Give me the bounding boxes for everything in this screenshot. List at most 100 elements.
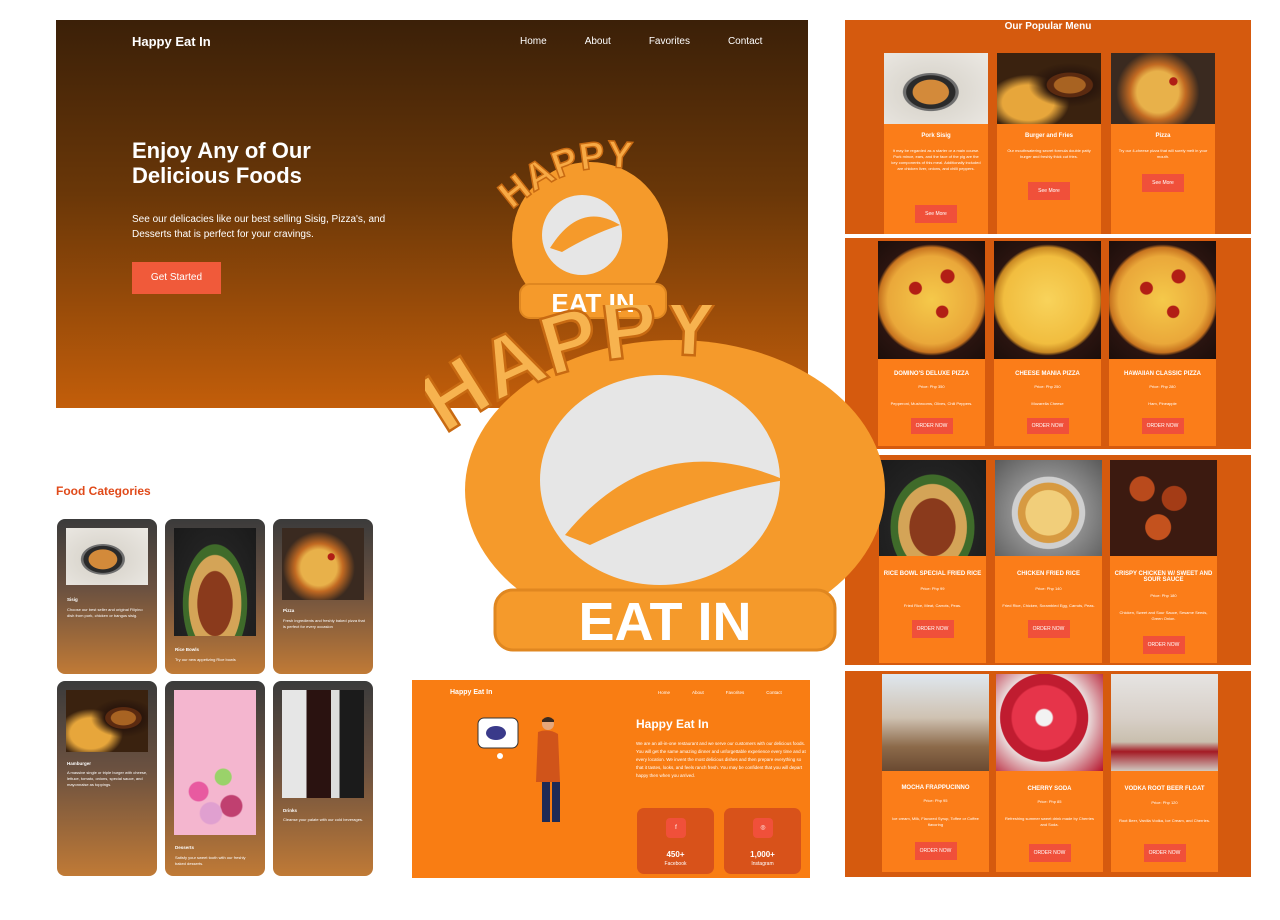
cherry-soda-photo: [996, 674, 1103, 771]
sisig-photo: [884, 53, 988, 124]
menu-card-pizza: Pizza Try our 4-cheese pizza that will s…: [1111, 53, 1215, 234]
menu-item-desc: Try our 4-cheese pizza that will surely …: [1118, 148, 1208, 159]
order-now-button[interactable]: ORDER NOW: [1143, 844, 1186, 862]
nav-contact[interactable]: Contact: [766, 690, 782, 695]
desserts-category-photo: [174, 690, 256, 835]
category-desc: A massive single or triple burger with c…: [67, 770, 148, 787]
menu-card-cherry-soda: CHERRY SODA Price: Php 85 Refreshing sum…: [996, 674, 1103, 872]
menu-item-desc: Ice cream, Milk, Flavored Syrup, Toffee …: [892, 816, 979, 827]
sisig-category-photo: [66, 528, 148, 585]
rice-bowls-category-photo: [174, 528, 256, 636]
category-name: Sisig: [67, 597, 78, 602]
category-card-pizza[interactable]: Pizza Fresh ingredients and freshly bake…: [273, 519, 373, 674]
category-card-sisig[interactable]: Sisig Choose our best seller and origina…: [57, 519, 157, 674]
order-now-button[interactable]: ORDER NOW: [1028, 844, 1071, 862]
order-now-button[interactable]: ORDER NOW: [1142, 636, 1185, 654]
menu-item-price: Price: Php 140: [1035, 586, 1062, 591]
menu-item-name: MOCHA FRAPPUCINNO: [901, 785, 970, 791]
hawaiian-pizza-photo: [1109, 241, 1216, 359]
hero-subtext: See our delicacies like our best selling…: [132, 214, 386, 240]
menu-item-desc: Ham, Pineapple: [1148, 401, 1177, 406]
pizza-photo: [1111, 53, 1215, 124]
menu-item-price: Price: Php 250: [1034, 384, 1061, 389]
nav-about[interactable]: About: [692, 690, 704, 695]
order-now-button[interactable]: ORDER NOW: [1026, 418, 1069, 434]
nav-home[interactable]: Home: [520, 36, 547, 47]
main-nav: Home About Favorites Contact: [520, 36, 762, 47]
menu-card-cheese-pizza: CHEESE MANIA PIZZA Price: Php 250 Mozare…: [994, 241, 1101, 446]
menu-card-chicken-fried-rice: CHICKEN FRIED RICE Price: Php 140 Fried …: [995, 460, 1102, 663]
happy-eat-in-logo-large: HAPPY EAT IN: [425, 305, 885, 652]
menu-item-name: Pork Sisig: [921, 133, 951, 139]
order-now-button[interactable]: ORDER NOW: [1027, 620, 1070, 638]
category-card-drinks[interactable]: Drinks Cleanse your palate with our cold…: [273, 681, 373, 876]
menu-item-desc: Our mouthwatering secret formula double …: [1007, 148, 1091, 159]
vodka-float-photo: [1111, 674, 1218, 771]
person-illustration: [477, 717, 560, 822]
popular-menu-panel: Our Popular Menu Pork Sisig It may be re…: [845, 20, 1251, 234]
menu-item-price: Price: Php 95: [923, 798, 948, 803]
see-more-button[interactable]: See More: [1142, 174, 1184, 192]
hero-heading: Enjoy Any of Our Delicious Foods: [132, 138, 311, 188]
nav-home[interactable]: Home: [658, 690, 670, 695]
category-desc: Satisfy your sweet tooth with our freshl…: [175, 855, 246, 866]
mocha-photo: [882, 674, 989, 771]
menu-item-desc: Mozarella Cheese: [1031, 401, 1064, 406]
category-desc: Try our new appetizing Rice bowls: [175, 657, 236, 662]
category-desc: Choose our best seller and original Fili…: [67, 607, 143, 618]
nav-favorites[interactable]: Favorites: [649, 36, 690, 47]
facebook-stat-card[interactable]: f 450+ Facebook: [637, 808, 714, 874]
menu-card-rice-bowl: RICE BOWL SPECIAL FRIED RICE Price: Php …: [879, 460, 986, 663]
order-now-button[interactable]: ORDER NOW: [911, 620, 954, 638]
order-now-button[interactable]: ORDER NOW: [910, 418, 953, 434]
nav-about[interactable]: About: [585, 36, 611, 47]
category-name: Desserts: [175, 845, 195, 850]
menu-item-name: CHEESE MANIA PIZZA: [1015, 371, 1080, 377]
category-card-rice-bowls[interactable]: Rice Bowls Try our new appetizing Rice b…: [165, 519, 265, 674]
menu-item-price: Price: Php 99: [920, 586, 945, 591]
see-more-button[interactable]: See More: [1028, 182, 1070, 200]
menu-item-name: HAWAIIAN CLASSIC PIZZA: [1123, 371, 1201, 377]
instagram-count: 1,000+: [750, 850, 775, 859]
menu-item-desc: Refreshing summer sweet drink made by Ch…: [1005, 816, 1094, 827]
hamburger-category-photo: [66, 690, 148, 752]
menu-item-name: CRISPY CHICKEN W/ SWEET AND SOUR SAUCE: [1114, 571, 1213, 583]
category-card-desserts[interactable]: Desserts Satisfy your sweet tooth with o…: [165, 681, 265, 876]
about-nav: Home About Favorites Contact: [658, 690, 782, 695]
facebook-count: 450+: [666, 850, 685, 859]
instagram-icon[interactable]: ◎: [753, 818, 773, 838]
menu-item-price: Price: Php 350: [918, 384, 945, 389]
crispy-chicken-photo: [1110, 460, 1217, 556]
rice-bowl-photo: [879, 460, 986, 556]
menu-item-price: Price: Php 180: [1150, 593, 1177, 598]
burger-photo: [997, 53, 1101, 124]
menu-card-burger: Burger and Fries Our mouthwatering secre…: [997, 53, 1101, 234]
fried-rice-photo: [995, 460, 1102, 556]
drinks-menu-panel: MOCHA FRAPPUCINNO Price: Php 95 Ice crea…: [845, 671, 1251, 877]
menu-card-sisig: Pork Sisig It may be regarded as a start…: [884, 53, 988, 234]
menu-item-name: Pizza: [1155, 133, 1171, 139]
about-text: We are an all-in-one restaurant and we s…: [636, 741, 806, 778]
category-name: Hamburger: [67, 761, 92, 766]
see-more-button[interactable]: See More: [915, 205, 957, 223]
menu-item-price: Price: Php 85: [1037, 799, 1062, 804]
facebook-icon[interactable]: f: [666, 818, 686, 838]
instagram-stat-card[interactable]: ◎ 1,000+ Instagram: [724, 808, 801, 874]
order-now-button[interactable]: ORDER NOW: [1141, 418, 1184, 434]
pizza-category-photo: [282, 528, 364, 600]
happy-eat-in-logo-small: HAPPY EAT IN: [490, 140, 668, 319]
category-card-hamburger[interactable]: Hamburger A massive single or triple bur…: [57, 681, 157, 876]
drinks-category-photo: [282, 690, 364, 798]
get-started-button[interactable]: Get Started: [132, 262, 221, 294]
about-brand[interactable]: Happy Eat In: [450, 689, 492, 696]
menu-item-desc: Fried Rice, Meat, Carrots, Peas.: [903, 603, 962, 608]
category-desc: Fresh ingredients and freshly baked pizz…: [283, 618, 365, 629]
nav-contact[interactable]: Contact: [728, 36, 762, 47]
menu-item-desc: Chicken, Sweet and Sour Sauce, Sesame Se…: [1119, 610, 1208, 621]
menu-item-name: Burger and Fries: [1024, 133, 1073, 139]
nav-favorites[interactable]: Favorites: [726, 690, 745, 695]
order-now-button[interactable]: ORDER NOW: [914, 842, 957, 860]
category-desc: Cleanse your palate with our cold bevera…: [283, 817, 364, 822]
brand-logo-text[interactable]: Happy Eat In: [132, 34, 211, 49]
menu-item-desc: Root Beer, Vanilla Vodka, Ice Cream, and…: [1119, 818, 1210, 823]
